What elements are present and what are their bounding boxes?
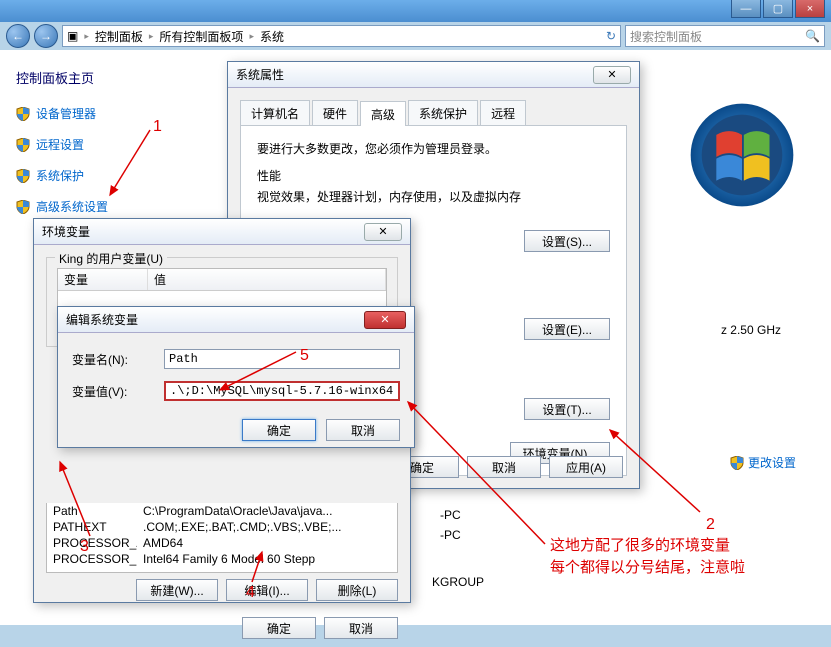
folder-icon: ▣ (67, 29, 78, 43)
anno-3: 3 (80, 538, 89, 556)
windows-logo-icon (687, 100, 797, 210)
close-button[interactable]: × (795, 0, 825, 18)
dialog-title: 环境变量 (42, 223, 90, 240)
shield-icon (16, 107, 30, 121)
anno-note-2: 每个都得以分号结尾，注意啦 (550, 556, 745, 577)
ok-button[interactable]: 确定 (242, 617, 316, 639)
chevron-right-icon: ▸ (249, 31, 254, 42)
close-button[interactable]: ✕ (364, 311, 406, 329)
var-value-input[interactable] (164, 381, 400, 401)
table-row: PATHEXT.COM;.EXE;.BAT;.CMD;.VBS;.VBE;... (47, 519, 397, 535)
delete-button[interactable]: 删除(L) (316, 579, 398, 601)
search-icon: 🔍 (805, 29, 820, 43)
sidebar-item-remote[interactable]: 远程设置 (16, 136, 204, 153)
chevron-right-icon: ▸ (149, 31, 154, 42)
breadcrumb[interactable]: 控制面板 (95, 28, 143, 45)
sidebar-item-label: 远程设置 (36, 136, 84, 153)
shield-icon (730, 456, 744, 470)
refresh-icon[interactable]: ↻ (606, 29, 616, 43)
sidebar-item-label: 设备管理器 (36, 105, 96, 122)
sidebar-item-adv[interactable]: 高级系统设置 (16, 198, 204, 215)
link-label: 更改设置 (748, 454, 796, 471)
address-bar[interactable]: ▣ ▸ 控制面板 ▸ 所有控制面板项 ▸ 系统 ↻ (62, 25, 621, 47)
workgroup-text: KGROUP (432, 575, 484, 589)
cancel-button[interactable]: 取消 (326, 419, 400, 441)
admin-note: 要进行大多数更改，您必须作为管理员登录。 (257, 140, 610, 157)
anno-note-1: 这地方配了很多的环境变量 (550, 534, 730, 555)
ok-button[interactable]: 确定 (242, 419, 316, 441)
chevron-right-icon: ▸ (84, 31, 89, 42)
var-value-label: 变量值(V): (72, 383, 148, 400)
sidebar-item-label: 高级系统设置 (36, 198, 108, 215)
cancel-button[interactable]: 取消 (467, 456, 541, 478)
sys-vars-list[interactable]: PathC:\ProgramData\Oracle\Java\java... P… (46, 503, 398, 573)
breadcrumb[interactable]: 系统 (260, 28, 284, 45)
nav-back-button[interactable]: ← (6, 24, 30, 48)
pc-name-2: -PC (440, 528, 461, 542)
new-button[interactable]: 新建(W)... (136, 579, 218, 601)
min-button[interactable]: — (731, 0, 761, 18)
change-settings-link[interactable]: 更改设置 (730, 454, 796, 471)
cancel-button[interactable]: 取消 (324, 617, 398, 639)
sidebar-item-device-mgr[interactable]: 设备管理器 (16, 105, 204, 122)
settings-s-button[interactable]: 设置(S)... (524, 230, 610, 252)
tab-computername[interactable]: 计算机名 (240, 100, 310, 125)
dialog-titlebar[interactable]: 系统属性 ✕ (228, 62, 639, 88)
anno-5: 5 (300, 347, 309, 365)
shield-icon (16, 169, 30, 183)
close-button[interactable]: ✕ (364, 223, 402, 241)
max-button[interactable]: ▢ (763, 0, 793, 18)
breadcrumb[interactable]: 所有控制面板项 (159, 28, 243, 45)
nav-bar: ← → ▣ ▸ 控制面板 ▸ 所有控制面板项 ▸ 系统 ↻ 搜索控制面板🔍 (0, 22, 831, 50)
anno-4: 4 (246, 584, 255, 602)
col-var: 变量 (58, 269, 148, 290)
close-button[interactable]: ✕ (593, 66, 631, 84)
settings-t-button[interactable]: 设置(T)... (524, 398, 610, 420)
tab-strip: 计算机名 硬件 高级 系统保护 远程 (240, 100, 627, 126)
dialog-titlebar[interactable]: 环境变量 ✕ (34, 219, 410, 245)
var-name-input[interactable] (164, 349, 400, 369)
settings-e-button[interactable]: 设置(E)... (524, 318, 610, 340)
var-name-label: 变量名(N): (72, 351, 148, 368)
shield-icon (16, 200, 30, 214)
table-row: PROCESSOR_AR...AMD64 (47, 535, 397, 551)
dialog-title: 编辑系统变量 (66, 311, 138, 328)
dialog-titlebar[interactable]: 编辑系统变量 ✕ (58, 307, 414, 333)
user-vars-list[interactable]: 变量值 (57, 268, 387, 310)
dialog-title: 系统属性 (236, 66, 284, 83)
pc-name-1: -PC (440, 508, 461, 522)
col-val: 值 (148, 269, 386, 290)
sidebar-title: 控制面板主页 (16, 68, 204, 87)
anno-1: 1 (153, 118, 162, 136)
tab-sysprotect[interactable]: 系统保护 (408, 100, 478, 125)
apply-button[interactable]: 应用(A) (549, 456, 623, 478)
search-input[interactable]: 搜索控制面板🔍 (625, 25, 825, 47)
sidebar-item-label: 系统保护 (36, 167, 84, 184)
table-row: PathC:\ProgramData\Oracle\Java\java... (47, 503, 397, 519)
tab-advanced[interactable]: 高级 (360, 101, 406, 126)
edit-system-variable-dialog: 编辑系统变量 ✕ 变量名(N): 变量值(V): 确定 取消 (57, 306, 415, 448)
tab-remote[interactable]: 远程 (480, 100, 526, 125)
perf-desc: 视觉效果，处理器计划，内存使用，以及虚拟内存 (257, 188, 610, 205)
spec-text: z 2.50 GHz (721, 323, 781, 337)
tab-hardware[interactable]: 硬件 (312, 100, 358, 125)
window-titlebar: — ▢ × (0, 0, 831, 22)
nav-forward-button[interactable]: → (34, 24, 58, 48)
sidebar-item-protect[interactable]: 系统保护 (16, 167, 204, 184)
edit-button[interactable]: 编辑(I)... (226, 579, 308, 601)
table-row: PROCESSOR_IDIntel64 Family 6 Model 60 St… (47, 551, 397, 567)
group-label: King 的用户变量(U) (55, 250, 167, 267)
anno-2: 2 (706, 516, 715, 534)
perf-heading: 性能 (257, 167, 610, 184)
shield-icon (16, 138, 30, 152)
